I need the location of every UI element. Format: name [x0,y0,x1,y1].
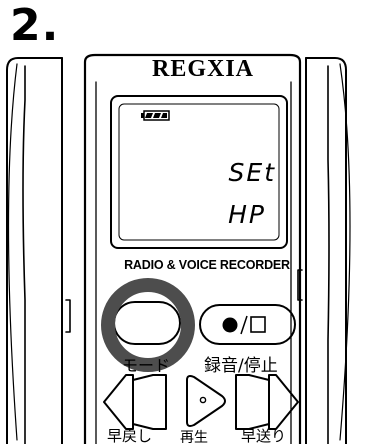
lcd-line-1: SEt [228,158,276,187]
fast-forward-button-label: 早送り [241,427,287,444]
play-icon [199,396,207,404]
brand-logo: REGXIA [151,56,254,82]
instruction-figure: 2. REGXIA SEt HP RADIO & VOICE RECORDER … [0,0,368,444]
play-button-label: 再生 [180,430,208,444]
battery-icon [141,110,170,121]
mode-button-label: モード [122,356,171,375]
rewind-icon [103,374,167,430]
rewind-button[interactable] [103,374,167,430]
model-label: RADIO & VOICE RECORDER [124,258,290,272]
mode-button[interactable] [113,301,181,345]
play-button[interactable] [186,375,226,427]
record-stop-button-label: 録音/停止 [204,356,278,376]
device-body [6,53,351,444]
fast-forward-icon [235,374,299,430]
record-stop-button[interactable] [199,304,296,345]
rewind-button-label: 早戻し [107,427,153,444]
lcd-line-2: HP [228,200,266,229]
record-stop-icon [222,315,266,335]
fast-forward-button[interactable] [235,374,299,430]
step-number: 2. [10,0,60,51]
